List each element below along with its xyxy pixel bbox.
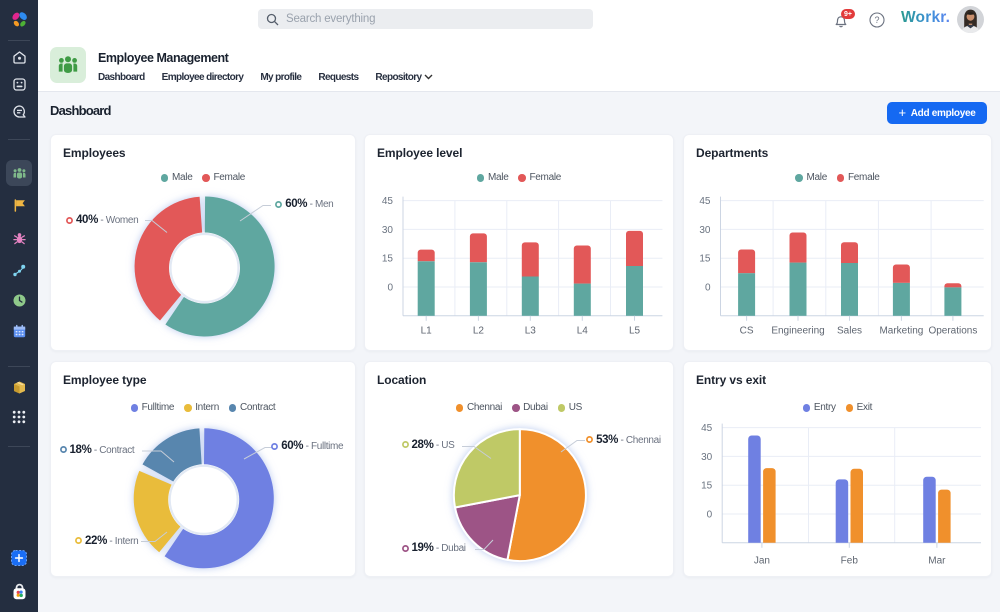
svg-text:30: 30 (699, 225, 711, 236)
svg-text:L1: L1 (421, 326, 433, 337)
svg-text:45: 45 (382, 196, 394, 207)
svg-text:Sales: Sales (837, 326, 862, 337)
svg-text:L2: L2 (473, 326, 485, 337)
svg-text:30: 30 (382, 225, 394, 236)
svg-text:0: 0 (387, 283, 393, 294)
svg-text:L4: L4 (577, 326, 589, 337)
svg-text:Marketing: Marketing (879, 326, 923, 337)
svg-text:Mar: Mar (928, 555, 946, 566)
svg-text:Feb: Feb (841, 555, 859, 566)
svg-text:Operations: Operations (928, 326, 977, 337)
svg-text:Engineering: Engineering (771, 326, 824, 337)
svg-text:15: 15 (699, 254, 711, 265)
svg-text:L5: L5 (629, 326, 641, 337)
svg-text:Jan: Jan (754, 555, 770, 566)
svg-text:L3: L3 (525, 326, 537, 337)
svg-text:0: 0 (705, 283, 711, 294)
svg-text:45: 45 (701, 423, 713, 434)
svg-text:CS: CS (740, 326, 754, 337)
svg-text:45: 45 (699, 196, 711, 207)
svg-text:15: 15 (701, 481, 713, 492)
svg-text:0: 0 (707, 510, 713, 521)
svg-text:15: 15 (382, 254, 394, 265)
svg-text:30: 30 (701, 452, 713, 463)
